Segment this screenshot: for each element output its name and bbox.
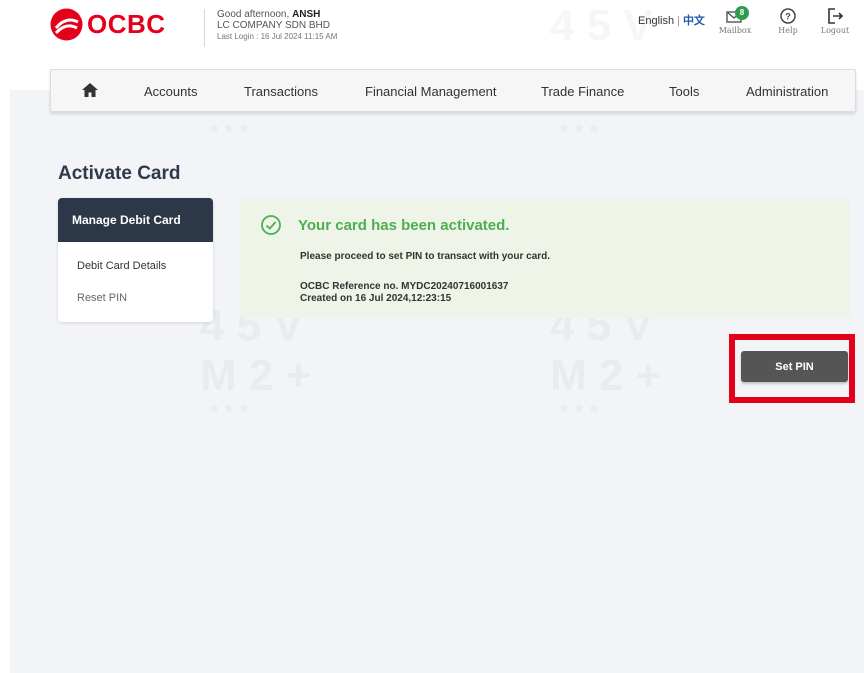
sidebar-item-reset-pin[interactable]: Reset PIN	[77, 292, 127, 304]
nav-transactions[interactable]: Transactions	[244, 84, 318, 99]
svg-text:* * *: * * *	[210, 120, 248, 145]
nav-accounts[interactable]: Accounts	[144, 84, 197, 99]
home-icon[interactable]	[81, 82, 99, 98]
reference-info: OCBC Reference no. MYDC20240716001637 Cr…	[300, 281, 508, 305]
svg-text:M 2 +: M 2 +	[550, 351, 661, 400]
sidebar-menu: Manage Debit Card Debit Card Details Res…	[58, 198, 213, 322]
nav-administration[interactable]: Administration	[746, 84, 828, 99]
activation-success-panel: Your card has been activated. Please pro…	[240, 198, 850, 318]
svg-text:* * *: * * *	[210, 400, 248, 425]
nav-financial-management[interactable]: Financial Management	[365, 84, 497, 99]
page-title: Activate Card	[58, 163, 181, 184]
sidebar-heading[interactable]: Manage Debit Card	[58, 198, 213, 242]
svg-text:M 2 +: M 2 +	[200, 351, 311, 400]
sidebar-item-debit-card-details[interactable]: Debit Card Details	[77, 260, 166, 272]
svg-text:* * *: * * *	[560, 400, 598, 425]
nav-tools[interactable]: Tools	[669, 84, 699, 99]
svg-text:4 5 V: 4 5 V	[550, 1, 653, 50]
nav-trade-finance[interactable]: Trade Finance	[541, 84, 624, 99]
reference-number: OCBC Reference no. MYDC20240716001637	[300, 281, 509, 292]
success-title: Your card has been activated.	[298, 217, 510, 234]
svg-text:* * *: * * *	[560, 120, 598, 145]
set-pin-button[interactable]: Set PIN	[741, 351, 848, 382]
created-date: Created on 16 Jul 2024,12:23:15	[300, 293, 452, 304]
check-circle-icon	[261, 215, 281, 235]
success-message: Please proceed to set PIN to transact wi…	[300, 251, 551, 262]
main-navigation: Accounts Transactions Financial Manageme…	[50, 69, 856, 112]
